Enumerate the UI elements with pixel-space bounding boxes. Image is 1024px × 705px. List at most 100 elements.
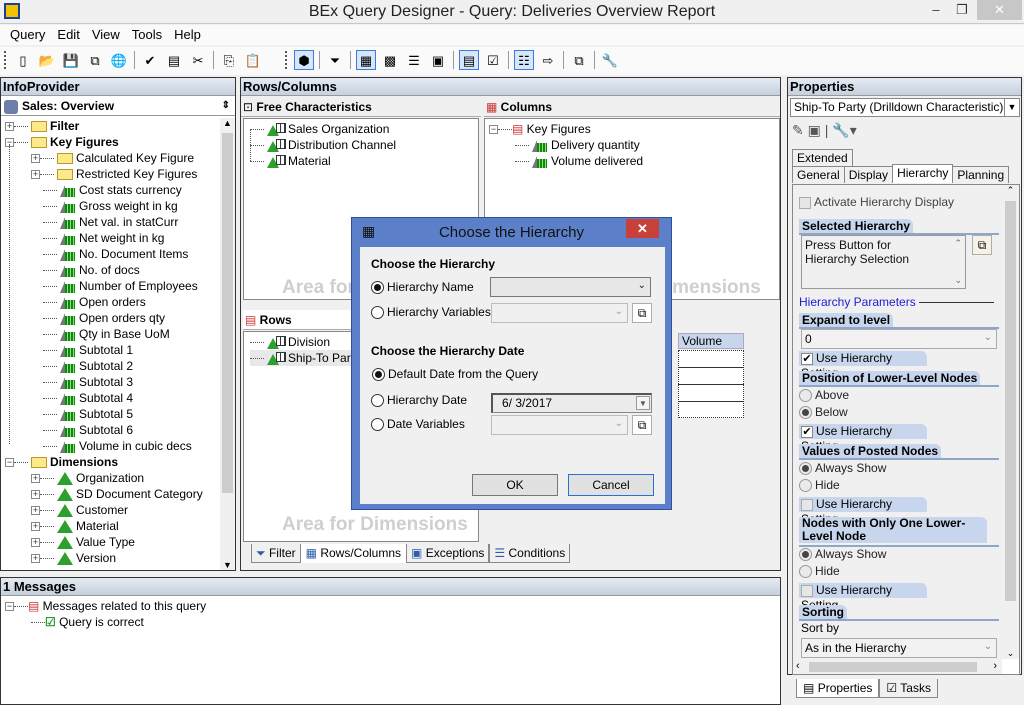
- scroll-down-icon[interactable]: ⌄: [954, 275, 962, 286]
- scroll-thumb[interactable]: [1005, 201, 1016, 601]
- tools-icon[interactable]: 🔧▾: [832, 122, 856, 138]
- position-use-setting-checkbox[interactable]: ✔: [801, 425, 813, 438]
- position-use-setting[interactable]: ✔Use Hierarchy Setting: [799, 424, 927, 453]
- one-lower-use-setting-checkbox[interactable]: [801, 584, 813, 597]
- tree-item-key-figure[interactable]: Subtotal 6: [43, 422, 133, 438]
- radio[interactable]: [799, 565, 812, 579]
- dialog-title-bar[interactable]: ▦ Choose the Hierarchy: [352, 218, 671, 246]
- menu-edit[interactable]: Edit: [51, 25, 85, 42]
- columns-key-figures[interactable]: − ▤ Key Figures: [489, 121, 591, 137]
- copy-button[interactable]: ⎘: [219, 50, 239, 70]
- ok-button[interactable]: OK: [472, 474, 558, 496]
- cancel-button[interactable]: Cancel: [568, 474, 654, 496]
- tab-tasks[interactable]: ☑ Tasks: [879, 679, 938, 698]
- menu-view[interactable]: View: [86, 25, 126, 42]
- scroll-left-icon[interactable]: ‹: [796, 660, 800, 672]
- expand-use-setting[interactable]: ✔Use Hierarchy Setting: [799, 351, 927, 380]
- sort-by-select[interactable]: As in the Hierarchy ⌄: [801, 638, 997, 658]
- tree-item-key-figure[interactable]: Net val. in statCurr: [43, 214, 178, 230]
- column-key-figure[interactable]: Delivery quantity: [515, 137, 640, 153]
- tab-exceptions[interactable]: ▣ Exceptions: [406, 544, 490, 563]
- tree-item-key-figure[interactable]: Gross weight in kg: [43, 198, 178, 214]
- hierarchy-variables-select[interactable]: ⌄: [491, 303, 628, 323]
- properties-scrollbar[interactable]: ⌃ ⌄: [1002, 185, 1019, 659]
- row-characteristic-item[interactable]: Division: [250, 334, 330, 350]
- activate-hierarchy-checkbox[interactable]: Activate Hierarchy Display: [799, 195, 954, 209]
- radio[interactable]: [799, 406, 812, 420]
- default-date-radio[interactable]: Default Date from the Query: [372, 367, 538, 382]
- date-variables-radio[interactable]: Date Variables: [371, 417, 465, 432]
- tree-item-dimension[interactable]: + Customer: [31, 502, 128, 518]
- tree-item-dimension[interactable]: + Version: [31, 550, 116, 566]
- scroll-up-icon[interactable]: ⌃: [1002, 185, 1019, 201]
- menu-query[interactable]: Query: [4, 25, 51, 42]
- radio[interactable]: [371, 418, 384, 432]
- menu-help[interactable]: Help: [168, 25, 207, 42]
- open-query-button[interactable]: 📂: [37, 50, 57, 70]
- message-item[interactable]: ☑ Query is correct: [31, 614, 144, 630]
- tab-hierarchy[interactable]: Hierarchy: [892, 164, 954, 183]
- toolbar-grip[interactable]: [285, 51, 288, 69]
- radio[interactable]: [799, 548, 812, 562]
- hierarchy-selection-button[interactable]: ⧉: [972, 235, 992, 255]
- date-variables-select[interactable]: ⌄: [491, 415, 628, 435]
- tree-item-key-figure[interactable]: Subtotal 4: [43, 390, 133, 406]
- tree-item-key-figure[interactable]: Number of Employees: [43, 278, 198, 294]
- radio[interactable]: [799, 479, 812, 493]
- tree-item-key-figure[interactable]: No. Document Items: [43, 246, 188, 262]
- expand-icon[interactable]: +: [31, 154, 40, 164]
- tree-item-key-figure[interactable]: Subtotal 1: [43, 342, 133, 358]
- free-characteristic-item[interactable]: Material: [250, 153, 331, 169]
- scroll-down-icon[interactable]: ⌄: [1002, 648, 1019, 659]
- calendar-dropdown-icon[interactable]: ▼: [636, 396, 650, 410]
- expand-icon[interactable]: +: [31, 490, 40, 500]
- expand-level-select[interactable]: 0 ⌄: [801, 329, 997, 349]
- cut-button[interactable]: ✂: [188, 50, 208, 70]
- where-used-button[interactable]: ⇨: [538, 50, 558, 70]
- tree-item-key-figure[interactable]: Open orders: [43, 294, 146, 310]
- dialog-close-button[interactable]: ✕: [626, 219, 659, 238]
- menu-tools[interactable]: Tools: [126, 25, 168, 42]
- column-key-figure[interactable]: Volume delivered: [515, 153, 643, 169]
- tab-rows-columns[interactable]: ▦ Rows/Columns: [300, 544, 407, 563]
- messages-button[interactable]: ☷: [514, 50, 534, 70]
- infoprovider-button[interactable]: ⬢: [294, 50, 314, 70]
- expand-icon[interactable]: +: [31, 554, 40, 564]
- radio[interactable]: [372, 368, 385, 382]
- activate-checkbox-box[interactable]: [799, 196, 811, 209]
- tab-conditions[interactable]: ☰ Conditions: [489, 544, 571, 563]
- radio[interactable]: [371, 394, 384, 408]
- scroll-up-icon[interactable]: ▲: [220, 118, 235, 133]
- new-query-button[interactable]: ▯: [13, 50, 33, 70]
- hierarchy-name-radio[interactable]: Hierarchy Name: [371, 280, 474, 295]
- collapse-icon[interactable]: −: [5, 602, 14, 612]
- tab-planning[interactable]: Planning: [952, 166, 1010, 183]
- tools-button[interactable]: 🔧: [600, 50, 620, 70]
- radio[interactable]: [371, 281, 384, 295]
- filter-button[interactable]: ⏷: [325, 50, 345, 70]
- expand-icon[interactable]: +: [31, 506, 40, 516]
- tree-item-dimensions[interactable]: − Dimensions: [5, 454, 118, 470]
- tree-item-kf-folder[interactable]: + Restricted Key Figures: [31, 166, 197, 182]
- posted-use-setting[interactable]: Use Hierarchy Setting: [799, 497, 927, 526]
- tree-item-dimension[interactable]: + SD Document Category: [31, 486, 203, 502]
- tree-item-key-figure[interactable]: Volume in cubic decs: [43, 438, 192, 454]
- free-characteristic-item[interactable]: Sales Organization: [250, 121, 389, 137]
- tab-properties[interactable]: ▤ Properties: [796, 679, 880, 698]
- hierarchy-name-select[interactable]: ⌄: [490, 277, 651, 297]
- tree-item-key-figures[interactable]: − Key Figures: [5, 134, 119, 150]
- tree-item-key-figure[interactable]: No. of docs: [43, 262, 140, 278]
- hierarchy-date-picker[interactable]: 6/ 3/2017 ▼: [491, 393, 652, 413]
- edit-icon[interactable]: ✎: [792, 122, 804, 138]
- tab-general[interactable]: General: [792, 166, 845, 183]
- cells-button[interactable]: ▩: [380, 50, 400, 70]
- radio[interactable]: [799, 462, 812, 476]
- save-button[interactable]: 💾: [61, 50, 81, 70]
- tab-extended[interactable]: Extended: [792, 149, 853, 166]
- radio[interactable]: [799, 389, 812, 403]
- tab-display[interactable]: Display: [843, 166, 894, 183]
- tree-item-dimension[interactable]: + Value Type: [31, 534, 135, 550]
- exceptions-button[interactable]: ▣: [428, 50, 448, 70]
- tree-item-key-figure[interactable]: Subtotal 3: [43, 374, 133, 390]
- collapse-icon[interactable]: −: [5, 458, 14, 468]
